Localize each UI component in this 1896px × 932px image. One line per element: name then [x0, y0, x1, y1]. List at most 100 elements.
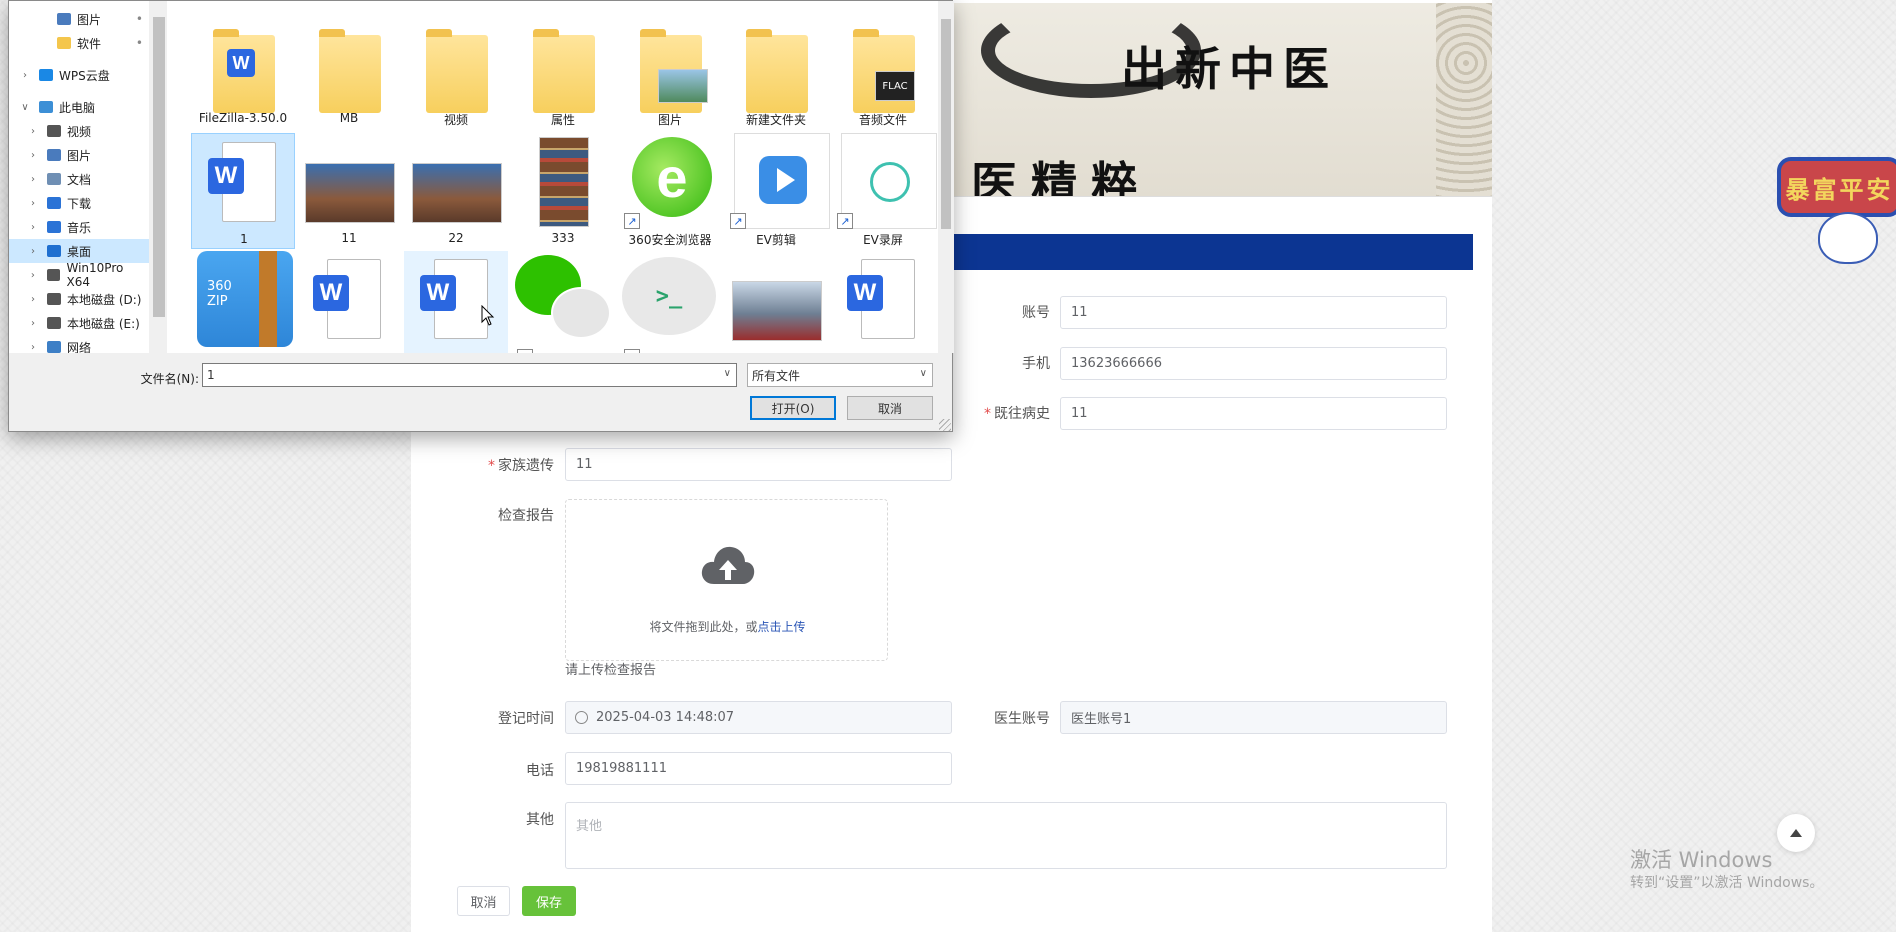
- navigation-pane: 图片 • 软件 • › WPS云盘 ∨ 此电脑 › 视频 › 图片 › 文档 › 下载 › 音乐 › 桌面 › Win10…: [9, 1, 149, 353]
- upload-dropzone[interactable]: 将文件拖到此处，或点击上传: [565, 499, 888, 661]
- drive-icon: [47, 317, 61, 329]
- sidebar-item-7[interactable]: › 下载: [9, 191, 149, 215]
- file-name: 360安全浏览器: [628, 233, 712, 247]
- file-item[interactable]: 新建文件夹: [724, 11, 828, 127]
- sidebar-item-10[interactable]: › Win10Pro X64: [9, 261, 149, 289]
- resize-grip[interactable]: [939, 419, 951, 431]
- chevron-right-icon[interactable]: ›: [27, 150, 39, 161]
- chevron-right-icon[interactable]: ›: [27, 294, 39, 305]
- sidebar-item-13[interactable]: › 网络: [9, 341, 149, 353]
- folder-icon: [746, 29, 808, 113]
- regtime-input[interactable]: 2025-04-03 14:48:07: [565, 701, 952, 734]
- sidebar-item-2[interactable]: › WPS云盘: [9, 63, 149, 87]
- tel-input[interactable]: 19819881111: [565, 752, 952, 785]
- filename-input[interactable]: 1 ∨: [202, 363, 737, 387]
- phone-input[interactable]: 13623666666: [1060, 347, 1447, 380]
- shortcut-arrow-icon: ↗: [624, 349, 640, 353]
- banner-title-line2: 医精粹: [971, 157, 1151, 197]
- network-icon: [47, 341, 61, 353]
- file-item[interactable]: ↗ EV剪辑: [724, 133, 830, 249]
- file-item[interactable]: FLAC 音频文件: [831, 11, 935, 127]
- files-scrollbar[interactable]: [938, 1, 954, 353]
- chevron-right-icon[interactable]: ›: [27, 246, 39, 257]
- sidebar-item-label: 软件: [77, 36, 102, 51]
- sidebar-item-3[interactable]: ∨ 此电脑: [9, 95, 149, 119]
- sidebar-item-11[interactable]: › 本地磁盘 (D:): [9, 287, 149, 311]
- file-item[interactable]: e ↗ 360安全浏览器: [618, 133, 722, 249]
- file-item[interactable]: 22: [404, 133, 508, 249]
- sidebar-item-5[interactable]: › 图片: [9, 143, 149, 167]
- chevron-right-icon[interactable]: ›: [27, 318, 39, 329]
- form-cancel-button[interactable]: 取消: [457, 886, 510, 916]
- sidebar-item-6[interactable]: › 文档: [9, 167, 149, 191]
- file-item[interactable]: 11: [297, 133, 401, 249]
- pin-icon[interactable]: •: [136, 12, 143, 26]
- save-button[interactable]: 保存: [522, 886, 576, 916]
- sidebar-item-4[interactable]: › 视频: [9, 119, 149, 143]
- click-upload-link[interactable]: 点击上传: [758, 620, 806, 634]
- file-item[interactable]: W: [831, 251, 935, 353]
- chevron-down-icon[interactable]: ∨: [920, 368, 927, 379]
- file-item[interactable]: 360 ZIP: [191, 251, 295, 353]
- nav-scroll-thumb[interactable]: [153, 17, 165, 317]
- folder-icon: [57, 37, 71, 49]
- file-item[interactable]: ↗: [511, 251, 615, 353]
- file-item[interactable]: W: [404, 251, 508, 353]
- file-name: 新建文件夹: [745, 113, 806, 127]
- account-input[interactable]: 11: [1060, 296, 1447, 329]
- chevron-right-icon[interactable]: ›: [27, 342, 39, 353]
- chevron-right-icon[interactable]: ›: [27, 270, 39, 281]
- chevron-right-icon[interactable]: ›: [27, 198, 39, 209]
- chevron-down-icon[interactable]: ∨: [724, 368, 731, 379]
- file-name: 图片: [657, 113, 682, 127]
- sidebar-item-label: 文档: [67, 172, 92, 187]
- clock-icon: [575, 711, 588, 724]
- other-textarea[interactable]: 其他: [565, 802, 1447, 869]
- doctor-input[interactable]: 医生账号1: [1060, 701, 1447, 734]
- file-item[interactable]: [724, 251, 828, 353]
- shortcut-arrow-icon: ↗: [837, 213, 853, 229]
- family-label: * 家族遗传: [488, 458, 554, 474]
- chevron-right-icon[interactable]: ›: [19, 70, 31, 81]
- file-item[interactable]: W1: [191, 133, 295, 249]
- files-scroll-thumb[interactable]: [941, 19, 951, 229]
- shortcut-arrow-icon: ↗: [517, 349, 533, 353]
- nav-scrollbar[interactable]: [151, 1, 167, 353]
- back-to-top-button[interactable]: [1777, 814, 1815, 852]
- file-item[interactable]: 属性: [511, 11, 615, 127]
- file-grid: W FileZilla-3.50.0 MB 视频 属性 图片 新建文件夹 FLAC 音频文件 W 1…: [167, 1, 939, 353]
- chevron-right-icon[interactable]: ›: [27, 222, 39, 233]
- history-input[interactable]: 11: [1060, 397, 1447, 430]
- dialog-cancel-button[interactable]: 取消: [847, 396, 933, 420]
- filetype-select[interactable]: 所有文件 ∨: [747, 363, 933, 387]
- sidebar-item-12[interactable]: › 本地磁盘 (E:): [9, 311, 149, 335]
- file-item[interactable]: MB: [297, 11, 401, 127]
- file-item[interactable]: W: [297, 251, 401, 353]
- cloud-upload-icon: [701, 546, 755, 584]
- desktop-icon: [47, 245, 61, 257]
- open-button[interactable]: 打开(O): [750, 396, 836, 420]
- sidebar-item-0[interactable]: 图片 •: [9, 7, 149, 31]
- video-icon: [47, 125, 61, 137]
- file-item[interactable]: W FileZilla-3.50.0: [191, 11, 295, 127]
- banner-title-line1: 出新中医: [1121, 42, 1337, 96]
- file-item[interactable]: 333: [511, 133, 615, 249]
- chevron-right-icon[interactable]: ›: [27, 174, 39, 185]
- chevron-right-icon[interactable]: ›: [27, 126, 39, 137]
- file-item[interactable]: >_ ↗: [618, 251, 722, 353]
- sidebar-item-9[interactable]: › 桌面: [9, 239, 149, 263]
- ev-edit-icon: [734, 133, 830, 229]
- chevron-down-icon[interactable]: ∨: [19, 102, 31, 113]
- file-name: 333: [551, 231, 575, 245]
- sidebar-item-8[interactable]: › 音乐: [9, 215, 149, 239]
- pin-icon[interactable]: •: [136, 36, 143, 50]
- report-label: 检查报告: [498, 508, 554, 524]
- file-item[interactable]: ↗ EV录屏: [831, 133, 937, 249]
- sidebar-item-1[interactable]: 软件 •: [9, 31, 149, 55]
- upload-hint: 将文件拖到此处，或点击上传: [649, 620, 806, 634]
- file-item[interactable]: 视频: [404, 11, 508, 127]
- family-input[interactable]: 11: [565, 448, 952, 481]
- activation-watermark-subtitle: 转到“设置”以激活 Windows。: [1630, 875, 1824, 891]
- upload-tip: 请上传检查报告: [565, 663, 657, 678]
- file-item[interactable]: 图片: [618, 11, 722, 127]
